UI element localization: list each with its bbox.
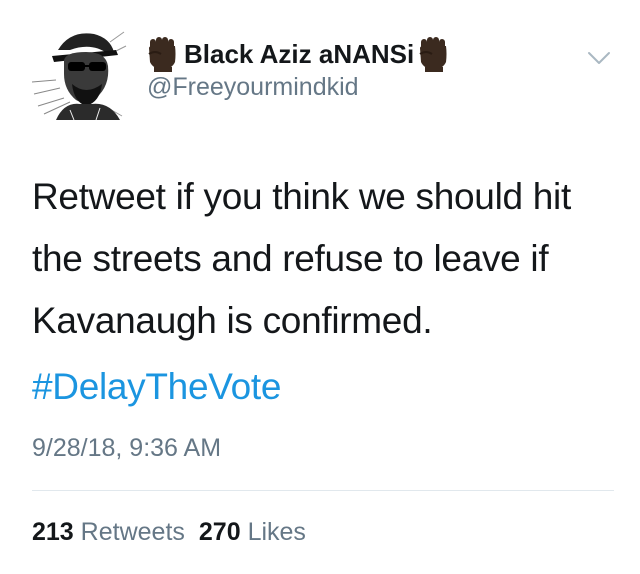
retweets-count: 213	[32, 518, 74, 546]
tweet-text: Retweet if you think we should hit the s…	[32, 166, 622, 352]
tweet-stats: 213 Retweets 270 Likes	[32, 518, 306, 547]
likes-count: 270	[198, 518, 241, 546]
avatar[interactable]	[30, 22, 128, 120]
raised-fist-icon	[419, 37, 447, 72]
author-handle[interactable]: @Freeyourmindkid	[147, 73, 359, 102]
author-name-row[interactable]: Black Aziz aNANSi	[145, 34, 450, 74]
likes-stat[interactable]: 270 Likes	[199, 518, 306, 546]
retweets-label: Retweets	[80, 518, 185, 546]
tweet-text-line: Kavanaugh is confirmed.	[32, 300, 433, 341]
tweet-text-line: Retweet if you think we should hit	[32, 176, 571, 217]
hashtag-link[interactable]: #DelayTheVote	[32, 362, 281, 412]
author-display-name[interactable]: Black Aziz aNANSi	[184, 39, 414, 70]
likes-label: Likes	[247, 518, 306, 546]
divider	[32, 490, 614, 491]
chevron-down-icon[interactable]	[586, 48, 612, 68]
tweet-text-line: the streets and refuse to leave if	[32, 238, 549, 279]
tweet-timestamp[interactable]: 9/28/18, 9:36 AM	[32, 434, 221, 463]
retweets-stat[interactable]: 213 Retweets	[32, 518, 185, 546]
raised-fist-icon	[148, 37, 176, 72]
tweet-card: Black Aziz aNANSi @Freeyourmindkid Retwe…	[0, 0, 640, 574]
